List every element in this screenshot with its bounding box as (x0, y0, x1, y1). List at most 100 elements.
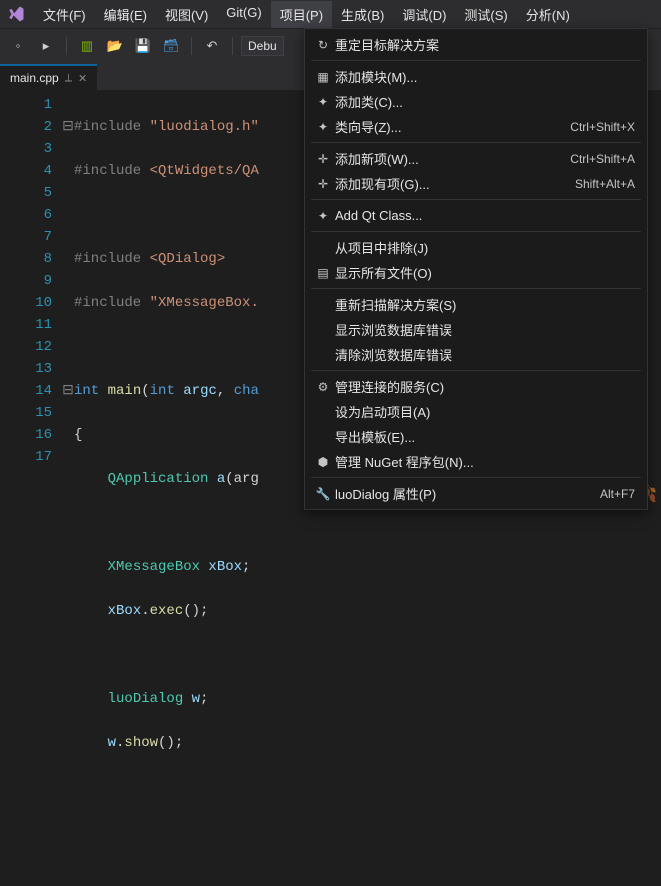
tab-main-cpp[interactable]: main.cpp ⟂ ✕ (0, 64, 97, 90)
menu-item[interactable]: 生成(B) (332, 1, 393, 28)
nav-fwd-icon[interactable]: ▸ (34, 34, 58, 58)
line-number: 5 (20, 182, 52, 204)
menu-item-label: 清除浏览数据库错误 (335, 345, 635, 364)
line-number: 13 (20, 358, 52, 380)
context-menu-item[interactable]: 显示浏览数据库错误 (305, 317, 647, 342)
menu-item-label: 添加模块(M)... (335, 67, 635, 86)
menu-item-icon: ✦ (311, 95, 335, 109)
context-menu-item[interactable]: 导出模板(E)... (305, 424, 647, 449)
line-number: 8 (20, 248, 52, 270)
menu-item-label: 类向导(Z)... (335, 117, 570, 136)
nav-back-icon[interactable]: ◦ (6, 34, 30, 58)
context-menu-item[interactable]: ✦Add Qt Class... (305, 203, 647, 228)
line-number: 15 (20, 402, 52, 424)
menu-item-label: 重新扫描解决方案(S) (335, 295, 635, 314)
line-number: 6 (20, 204, 52, 226)
glyph-margin (0, 90, 16, 508)
menu-item-label: 管理 NuGet 程序包(N)... (335, 452, 635, 471)
context-menu-separator (311, 370, 641, 371)
menu-item[interactable]: Git(G) (217, 1, 270, 28)
open-file-icon[interactable]: 📂 (103, 34, 127, 58)
menu-item-label: 添加类(C)... (335, 92, 635, 111)
line-number: 4 (20, 160, 52, 182)
menu-item-icon: ⬢ (311, 455, 335, 469)
line-number: 16 (20, 424, 52, 446)
line-number: 9 (20, 270, 52, 292)
context-menu-separator (311, 231, 641, 232)
context-menu-item[interactable]: ▤显示所有文件(O) (305, 260, 647, 285)
menu-item[interactable]: 文件(F) (34, 1, 95, 28)
context-menu-item[interactable]: 重新扫描解决方案(S) (305, 292, 647, 317)
context-menu-item[interactable]: ⚙管理连接的服务(C) (305, 374, 647, 399)
context-menu-item[interactable]: 从项目中排除(J) (305, 235, 647, 260)
vs-logo-icon (4, 2, 28, 26)
menu-item-label: 设为启动项目(A) (335, 402, 635, 421)
save-all-icon[interactable]: 🗃 (159, 34, 183, 58)
context-menu-separator (311, 199, 641, 200)
menu-item-label: 添加新项(W)... (335, 149, 570, 168)
toolbar-sep (191, 37, 192, 55)
line-number: 3 (20, 138, 52, 160)
menu-item-label: 显示浏览数据库错误 (335, 320, 635, 339)
undo-icon[interactable]: ↶ (200, 34, 224, 58)
menu-item-label: 重定目标解决方案 (335, 35, 635, 54)
menu-item-label: 导出模板(E)... (335, 427, 635, 446)
menu-item[interactable]: 项目(P) (271, 1, 332, 28)
line-number: 2 (20, 116, 52, 138)
new-file-icon[interactable]: ▥ (75, 34, 99, 58)
tab-filename: main.cpp (10, 71, 59, 85)
line-number: 7 (20, 226, 52, 248)
line-number: 14 (20, 380, 52, 402)
context-menu-item[interactable]: 清除浏览数据库错误 (305, 342, 647, 367)
menu-item-label: Add Qt Class... (335, 208, 635, 223)
context-menu-item[interactable]: 🔧luoDialog 属性(P)Alt+F7 (305, 481, 647, 506)
context-menu-item[interactable]: ▦添加模块(M)... (305, 64, 647, 89)
config-combo[interactable]: Debu (241, 36, 284, 56)
line-number: 17 (20, 446, 52, 468)
context-menu-separator (311, 142, 641, 143)
line-number-gutter: 1234567891011121314151617 (16, 90, 62, 508)
menu-item-icon: ✛ (311, 152, 335, 166)
context-menu-item[interactable]: 设为启动项目(A) (305, 399, 647, 424)
line-number: 1 (20, 94, 52, 116)
pin-icon[interactable]: ⟂ (65, 72, 72, 85)
menu-item-icon: ▤ (311, 266, 335, 280)
save-icon[interactable]: 💾 (131, 34, 155, 58)
line-number: 11 (20, 314, 52, 336)
project-context-menu: ↻重定目标解决方案▦添加模块(M)...✦添加类(C)...✦类向导(Z)...… (304, 28, 648, 510)
context-menu-item[interactable]: ✛添加现有项(G)...Shift+Alt+A (305, 171, 647, 196)
menu-item-icon: ↻ (311, 38, 335, 52)
menu-item-shortcut: Ctrl+Shift+X (570, 120, 635, 134)
context-menu-separator (311, 288, 641, 289)
menu-item[interactable]: 测试(S) (455, 1, 516, 28)
menu-item-label: 添加现有项(G)... (335, 174, 575, 193)
menu-item-icon: ✦ (311, 120, 335, 134)
toolbar-sep (66, 37, 67, 55)
context-menu-separator (311, 60, 641, 61)
menu-item[interactable]: 视图(V) (156, 1, 217, 28)
toolbar-sep (232, 37, 233, 55)
menubar: 文件(F)编辑(E)视图(V)Git(G)项目(P)生成(B)调试(D)测试(S… (0, 0, 661, 28)
menu-item-icon: ▦ (311, 70, 335, 84)
menu-item-label: 从项目中排除(J) (335, 238, 635, 257)
menu-item-icon: 🔧 (311, 487, 335, 501)
menu-item[interactable]: 编辑(E) (95, 1, 156, 28)
menu-item-label: 管理连接的服务(C) (335, 377, 635, 396)
context-menu-item[interactable]: ✦类向导(Z)...Ctrl+Shift+X (305, 114, 647, 139)
menu-item-shortcut: Ctrl+Shift+A (570, 152, 635, 166)
context-menu-item[interactable]: ⬢管理 NuGet 程序包(N)... (305, 449, 647, 474)
context-menu-item[interactable]: ↻重定目标解决方案 (305, 32, 647, 57)
context-menu-item[interactable]: ✦添加类(C)... (305, 89, 647, 114)
menu-item-icon: ⚙ (311, 380, 335, 394)
menu-item-shortcut: Shift+Alt+A (575, 177, 635, 191)
menu-item-icon: ✦ (311, 209, 335, 223)
context-menu-separator (311, 477, 641, 478)
menu-item-icon: ✛ (311, 177, 335, 191)
context-menu-item[interactable]: ✛添加新项(W)...Ctrl+Shift+A (305, 146, 647, 171)
line-number: 12 (20, 336, 52, 358)
menu-item[interactable]: 调试(D) (393, 1, 455, 28)
line-number: 10 (20, 292, 52, 314)
menu-item-label: 显示所有文件(O) (335, 263, 635, 282)
close-icon[interactable]: ✕ (78, 72, 87, 85)
menu-item[interactable]: 分析(N) (517, 1, 579, 28)
